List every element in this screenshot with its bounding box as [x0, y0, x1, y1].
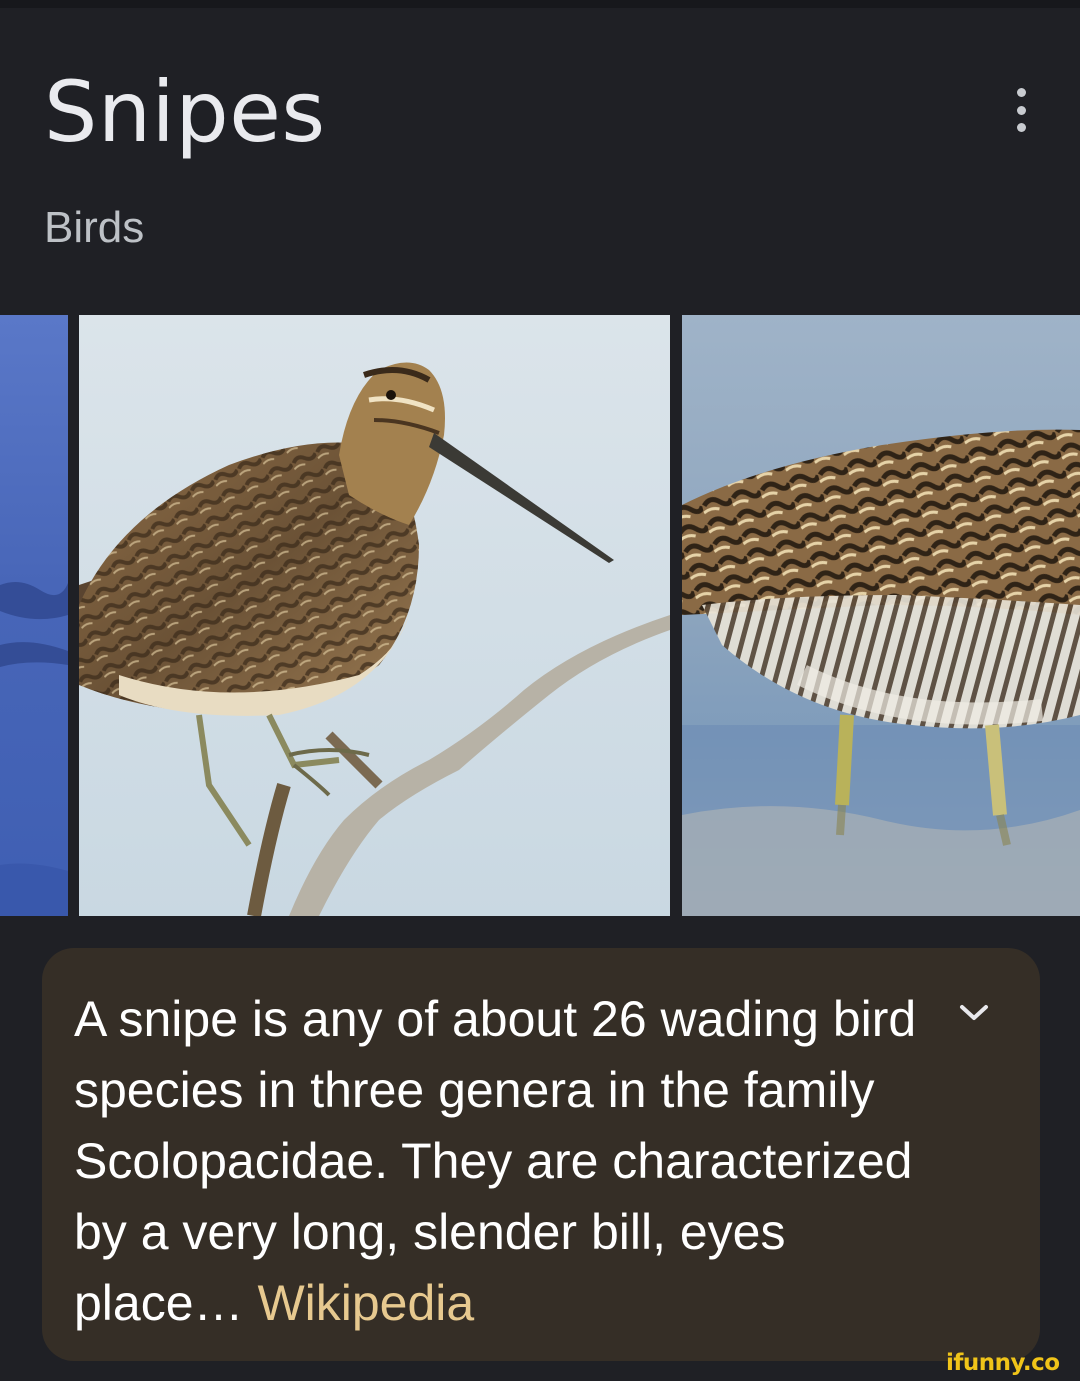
page-subtitle: Birds	[44, 203, 145, 252]
wikipedia-link[interactable]: Wikipedia	[257, 1275, 474, 1331]
chevron-down-icon[interactable]	[956, 1000, 992, 1024]
description-card: A snipe is any of about 26 wading bird s…	[42, 948, 1040, 1361]
gallery-image-2[interactable]	[79, 315, 670, 916]
gallery-image-3[interactable]	[682, 315, 1080, 916]
description-text: A snipe is any of about 26 wading bird s…	[74, 984, 920, 1339]
water-photo	[0, 315, 68, 916]
description-body: A snipe is any of about 26 wading bird s…	[74, 991, 917, 1331]
snipe-wading-photo	[682, 315, 1080, 916]
image-gallery	[0, 315, 1080, 916]
watermark: ifunny.co	[946, 1350, 1060, 1376]
status-strip	[0, 0, 1080, 8]
snipe-perched-photo	[79, 315, 670, 916]
gallery-image-1[interactable]	[0, 315, 68, 916]
page-title: Snipes	[44, 63, 326, 161]
more-vertical-icon[interactable]	[1004, 88, 1038, 132]
